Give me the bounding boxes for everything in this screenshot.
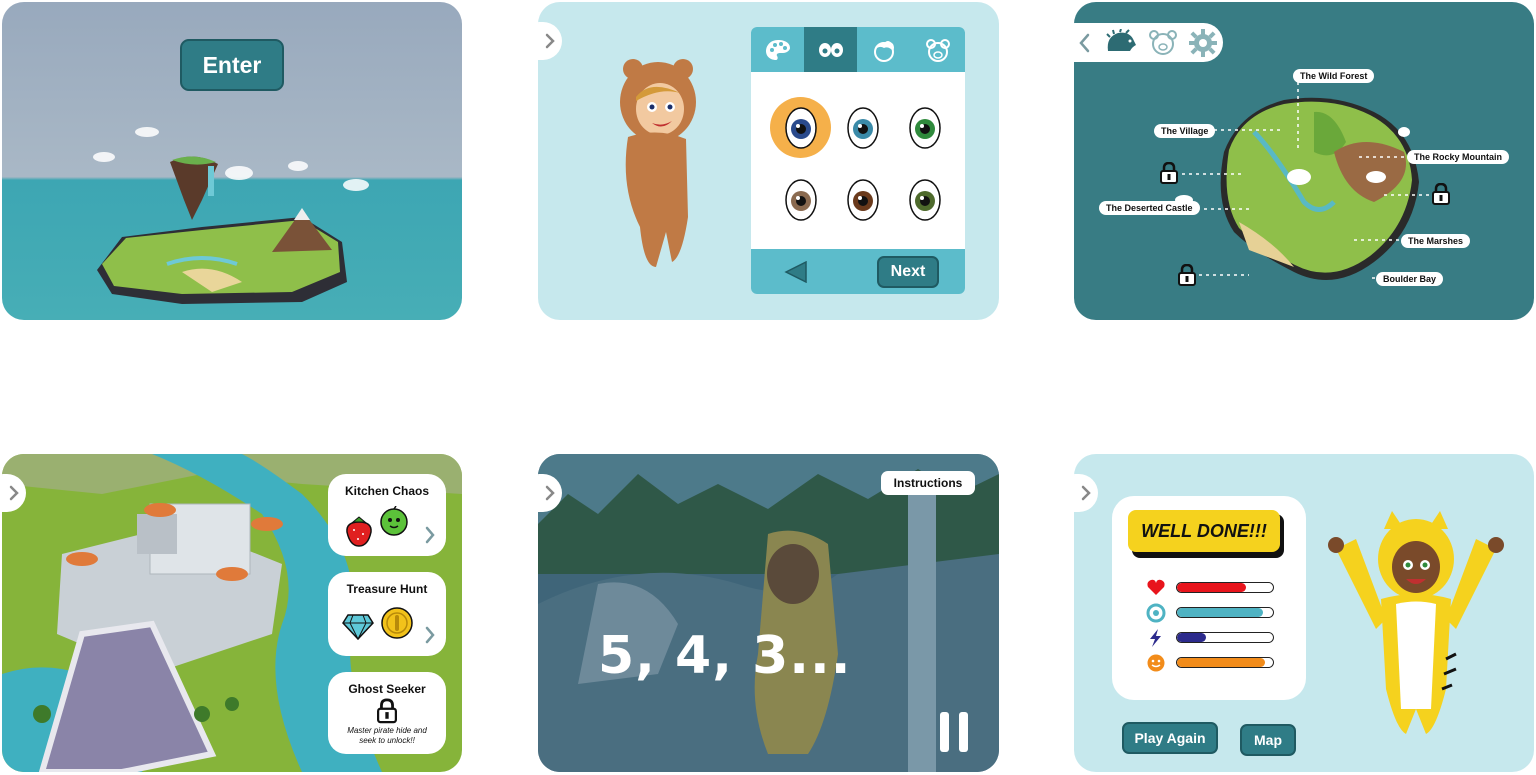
heart-icon (1146, 578, 1166, 598)
eye-icon (847, 107, 879, 149)
eye-icon (785, 107, 817, 149)
previous-button[interactable] (784, 261, 808, 283)
back-button[interactable] (1074, 474, 1098, 512)
game-title: Treasure Hunt (346, 582, 428, 596)
stat-bar-fill (1177, 608, 1264, 617)
chevron-right-icon (1081, 485, 1091, 501)
eye-option[interactable] (846, 177, 880, 223)
map-location-deserted-castle[interactable]: The Deserted Castle (1099, 201, 1200, 215)
tab-hair[interactable] (857, 27, 911, 72)
eye-icon (909, 107, 941, 149)
stat-bar-fill (1177, 583, 1247, 592)
pause-icon[interactable] (938, 710, 970, 754)
smiley-icon (1146, 653, 1166, 673)
map-location-boulder-bay[interactable]: Boulder Bay (1376, 272, 1444, 286)
coin-icon (381, 607, 413, 639)
palette-icon (765, 39, 790, 60)
panel-customize: Next (538, 2, 999, 320)
stat-bar (1176, 632, 1274, 643)
map-location-rocky-mountain[interactable]: The Rocky Mountain (1407, 150, 1510, 164)
customize-tabs (751, 27, 965, 72)
panel-enter: Enter (2, 2, 462, 320)
lock-icon (1178, 264, 1196, 286)
chevron-right-icon (425, 526, 435, 544)
eye-option[interactable] (908, 177, 942, 223)
eye-icon (785, 179, 817, 221)
countdown-text: 5, 4, 3... (598, 626, 852, 686)
customize-footer: Next (751, 249, 965, 294)
next-button[interactable]: Next (877, 256, 939, 288)
lock-icon (1160, 162, 1178, 184)
eye-option[interactable] (784, 105, 818, 151)
hair-icon (874, 40, 894, 62)
well-done-banner: WELL DONE!!! (1128, 510, 1280, 552)
stat-bar (1176, 607, 1274, 618)
panel-map: The Wild Forest The Village The Rocky Mo… (1074, 2, 1534, 320)
lock-icon (377, 698, 397, 724)
stat-bar (1176, 657, 1274, 668)
play-again-button[interactable]: Play Again (1122, 722, 1218, 754)
map-button[interactable]: Map (1240, 724, 1296, 756)
panel-castle: Kitchen Chaos Treasure Hunt Ghost Seeker… (2, 454, 462, 772)
stat-bar (1176, 582, 1274, 593)
cat-character (1328, 511, 1504, 734)
chevron-right-icon (545, 33, 555, 49)
game-title: Ghost Seeker (348, 682, 426, 696)
game-card-ghost-seeker: Ghost Seeker Master pirate hide and seek… (328, 672, 446, 754)
diamond-icon (342, 614, 374, 640)
tab-costume[interactable] (911, 27, 965, 72)
chevron-right-icon (545, 485, 555, 501)
panel-results: WELL DONE!!! Play Again Map (1074, 454, 1534, 772)
game-scene (538, 454, 999, 772)
map-location-wild-forest[interactable]: The Wild Forest (1293, 69, 1375, 83)
panel-countdown: Instructions 5, 4, 3... (538, 454, 999, 772)
lock-icon (1432, 183, 1450, 205)
instructions-button[interactable]: Instructions (881, 471, 975, 495)
chevron-right-icon (425, 626, 435, 644)
stat-bar-fill (1177, 658, 1266, 667)
game-card-kitchen-chaos[interactable]: Kitchen Chaos (328, 474, 446, 556)
bear-face-icon (926, 38, 950, 62)
eyes-icon (818, 42, 843, 57)
eye-option[interactable] (784, 177, 818, 223)
eye-icon (847, 179, 879, 221)
eye-option[interactable] (908, 105, 942, 151)
game-title: Kitchen Chaos (344, 484, 429, 498)
target-icon (1146, 603, 1166, 623)
map-location-village[interactable]: The Village (1154, 124, 1216, 138)
unlock-requirement-text: Master pirate hide and seek to unlock!! (347, 726, 427, 745)
lightning-icon (1146, 628, 1166, 648)
customize-dialog: Next (751, 27, 965, 294)
eye-icon (909, 179, 941, 221)
tab-eyes[interactable] (804, 27, 857, 72)
eye-option[interactable] (846, 105, 880, 151)
map-location-marshes[interactable]: The Marshes (1401, 234, 1471, 248)
enter-button[interactable]: Enter (180, 39, 284, 91)
chevron-right-icon (9, 485, 19, 501)
strawberry-icon (346, 516, 372, 547)
results-card: WELL DONE!!! (1112, 496, 1306, 700)
tab-color[interactable] (751, 27, 804, 72)
apple-icon (380, 506, 408, 536)
game-card-treasure-hunt[interactable]: Treasure Hunt (328, 572, 446, 656)
back-button[interactable] (538, 22, 562, 60)
bear-character (620, 59, 696, 267)
stat-bar-fill (1177, 633, 1206, 642)
